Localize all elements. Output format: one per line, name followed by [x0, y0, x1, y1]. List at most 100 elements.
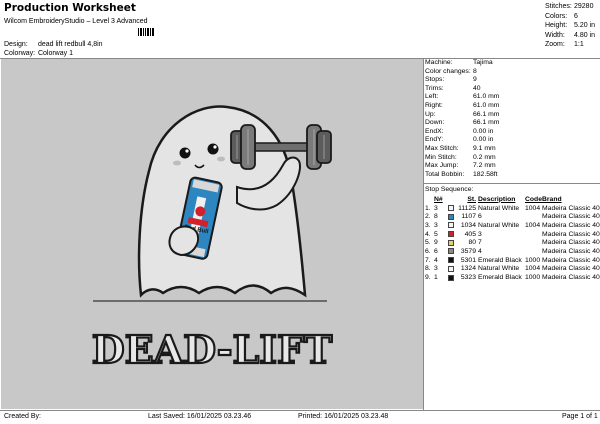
color-swatch-icon [448, 231, 454, 238]
info-label: Machine: [425, 59, 453, 66]
info-value: 8 [473, 67, 477, 75]
row-description: 3 [478, 230, 482, 238]
info-label: Down: [425, 119, 445, 127]
header-stitches: St. [467, 195, 476, 203]
info-label: Left: [425, 93, 439, 101]
stat-row: Width: 4.80 in [545, 31, 599, 41]
row-brand: Madeira Classic 40 [542, 204, 600, 212]
row-index: 4. [425, 230, 431, 238]
info-value: Tajima [473, 59, 493, 66]
row-stitches: 1034 [460, 221, 476, 229]
design-text: DEAD-LIFT [92, 327, 333, 372]
table-header: N# St. Description Code Brand [425, 195, 600, 204]
info-row: Left: 61.0 mm [425, 93, 600, 102]
info-value: 9 [473, 76, 477, 84]
stat-row: Colors: 6 [545, 12, 599, 22]
row-index: 8. [425, 265, 431, 273]
row-code: 1004 [525, 265, 541, 273]
row-swatch [448, 231, 456, 238]
color-swatch-icon [448, 205, 454, 212]
info-row: Min Stitch: 0.2 mm [425, 154, 600, 163]
design-value: dead lift redbull 4,8in [37, 41, 103, 48]
info-value: 0.00 in [473, 136, 494, 144]
table-body: 1. 3 11125 Natural White 1004 Madeira Classic… [425, 204, 600, 282]
row-needle: 9 [434, 239, 438, 247]
row-swatch [448, 248, 456, 255]
info-value: 66.1 mm [473, 110, 500, 118]
row-code: 1004 [525, 204, 541, 212]
info-row: Right: 61.0 mm [425, 102, 600, 111]
stat-value: 6 [574, 12, 578, 20]
header-description: Description [478, 195, 516, 203]
color-swatch-icon [448, 222, 454, 229]
info-value: 182.58ft [473, 170, 498, 178]
row-brand: Madeira Classic 40 [542, 256, 600, 264]
header-brand: Brand [542, 195, 562, 203]
info-label: Trims: [425, 84, 444, 92]
stat-value: 4.80 in [574, 31, 596, 39]
row-needle: 8 [434, 213, 438, 221]
info-value: 7.2 mm [473, 162, 496, 170]
row-needle: 5 [434, 230, 438, 238]
row-brand: Madeira Classic 40 [542, 247, 600, 255]
info-label: Max Jump: [425, 162, 459, 170]
row-brand: Madeira Classic 40 [542, 221, 600, 229]
design-stats: Stitches: 29280 Colors: 6 Height: 5.20 in W… [545, 2, 599, 50]
row-brand: Madeira Classic 40 [542, 239, 600, 247]
info-label: Color changes: [425, 67, 471, 75]
row-description: Natural White [478, 221, 520, 229]
info-row: Max Jump: 7.2 mm [425, 162, 600, 171]
info-label: EndY: [425, 136, 444, 144]
printed-date: Printed: 16/01/2025 03.23.48 [298, 413, 389, 420]
stat-value: 29280 [574, 3, 594, 10]
table-row: 9. 1 5323 Emerald Black 1000 Madeira Classic … [425, 273, 600, 282]
row-stitches: 1324 [460, 265, 476, 273]
row-brand: Madeira Classic 40 [542, 230, 600, 238]
table-row: 7. 4 5301 Emerald Black 1000 Madeira Classic … [425, 256, 600, 265]
table-row: 3. 3 1034 Natural White 1004 Madeira Classic … [425, 221, 600, 230]
row-swatch [448, 257, 456, 264]
stat-row: Height: 5.20 in [545, 21, 599, 31]
row-stitches: 5323 [460, 274, 476, 282]
stat-label: Stitches: [545, 3, 572, 10]
stat-value: 5.20 in [574, 22, 596, 30]
row-swatch [448, 205, 456, 212]
info-label: Min Stitch: [425, 153, 457, 161]
info-row: EndX: 0.00 in [425, 128, 600, 137]
row-index: 9. [425, 274, 431, 282]
row-needle: 3 [434, 221, 438, 229]
ghost-eye-right [207, 143, 219, 155]
colorway-row: Colorway: Colorway 1 [4, 50, 73, 57]
row-needle: 3 [434, 265, 438, 273]
row-code: 1000 [525, 256, 541, 264]
page-number: Page 1 of 1 [562, 413, 598, 420]
row-needle: 4 [434, 256, 438, 264]
design-preview[interactable]: Red Bull DEAD-LIFT [1, 59, 423, 409]
row-code: 1000 [525, 274, 541, 282]
info-label: Total Bobbin: [425, 170, 465, 178]
info-label: Right: [425, 101, 443, 109]
design-row: Design: dead lift redbull 4,8in [4, 41, 103, 48]
row-description: 6 [478, 213, 482, 221]
row-needle: 1 [434, 274, 438, 282]
row-index: 6. [425, 247, 431, 255]
info-row: Up: 66.1 mm [425, 111, 600, 120]
stat-label: Colors: [545, 12, 568, 20]
color-swatch-icon [448, 213, 454, 220]
info-label: Up: [425, 110, 436, 118]
colorway-value: Colorway 1 [37, 50, 73, 57]
header-needle: N# [434, 195, 443, 203]
info-value: 61.0 mm [473, 93, 500, 101]
stat-row: Zoom: 1:1 [545, 40, 599, 50]
table-row: 5. 9 80 7 Madeira Classic 40 [425, 238, 600, 247]
info-label: Stops: [425, 76, 445, 84]
stat-value: 1:1 [574, 41, 584, 49]
info-value: 66.1 mm [473, 119, 500, 127]
ghost-hand [168, 225, 199, 257]
software-name: Wilcom EmbroideryStudio – Level 3 Advanc… [4, 18, 148, 25]
row-description: Natural White [478, 204, 520, 212]
info-row: Down: 66.1 mm [425, 119, 600, 128]
row-description: Natural White [478, 265, 520, 273]
stat-row: Stitches: 29280 [545, 2, 599, 12]
info-row: Color changes: 8 [425, 68, 600, 77]
